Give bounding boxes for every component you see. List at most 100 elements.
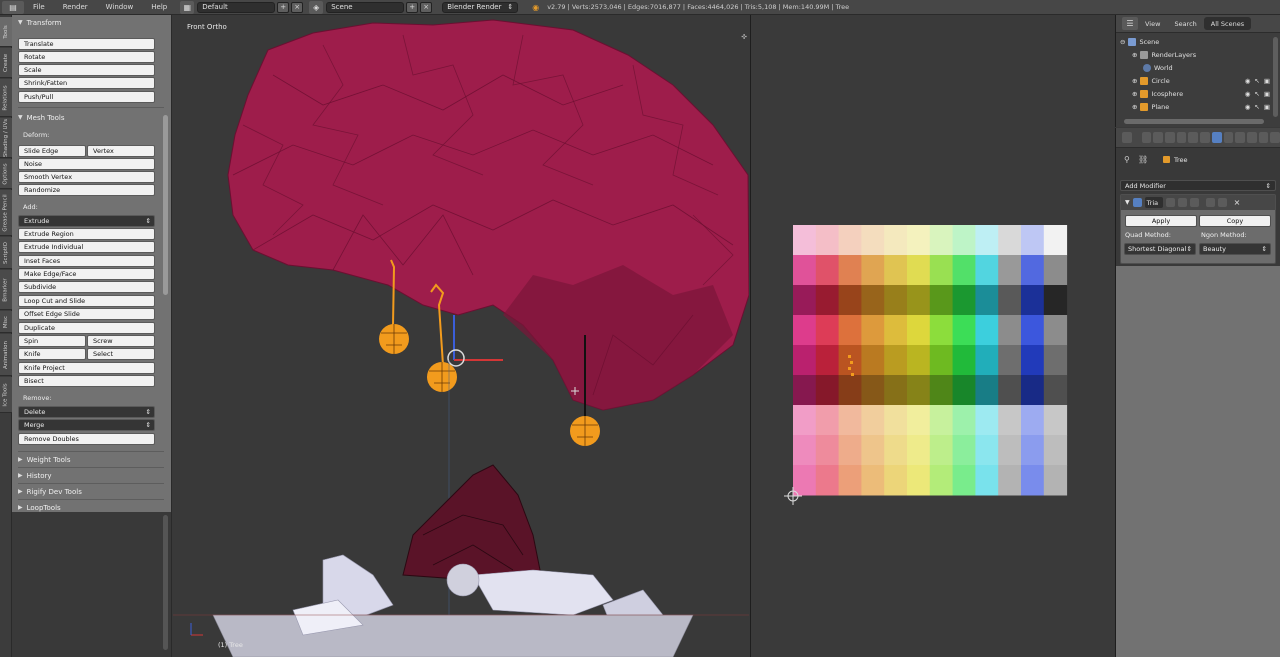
make-edge-face-button[interactable]: Make Edge/Face: [18, 268, 155, 280]
render-toggle-icon[interactable]: [1189, 198, 1199, 207]
push-pull-button[interactable]: Push/Pull: [18, 91, 155, 103]
panel-mesh-tools-header[interactable]: ▼ Mesh Tools: [12, 110, 65, 125]
scene-icon[interactable]: ◈: [309, 0, 324, 14]
realtime-toggle-icon[interactable]: [1177, 198, 1187, 207]
render-tab-icon[interactable]: [1141, 132, 1152, 143]
translate-button[interactable]: Translate: [18, 38, 155, 50]
panel-rigify-header[interactable]: ▶ Rigify Dev Tools: [12, 484, 82, 499]
tab-animation[interactable]: Animation: [0, 334, 12, 376]
tab-grease-pencil[interactable]: Grease Pencil: [0, 190, 12, 236]
menu-file[interactable]: File: [24, 3, 54, 11]
tab-misc[interactable]: Misc: [0, 311, 12, 333]
eye-icon[interactable]: ◉: [1245, 77, 1251, 85]
expand-icon[interactable]: ⊕: [1132, 77, 1137, 85]
close-icon[interactable]: ×: [1234, 198, 1241, 207]
add-modifier-dropdown[interactable]: Add Modifier ⇕: [1120, 180, 1276, 191]
extrude-region-button[interactable]: Extrude Region: [18, 228, 155, 240]
pin-icon[interactable]: ⚲: [1124, 155, 1130, 164]
eye-icon[interactable]: ◉: [1245, 103, 1251, 111]
ngon-method-select[interactable]: Beauty ⇕: [1199, 243, 1271, 255]
modifier-name-field[interactable]: Tria: [1144, 197, 1163, 208]
expand-icon[interactable]: ⊕: [1132, 51, 1137, 59]
panel-weight-tools-header[interactable]: ▶ Weight Tools: [12, 452, 70, 467]
tab-relations[interactable]: Relations: [0, 79, 12, 117]
slide-edge-button[interactable]: Slide Edge: [18, 145, 86, 157]
tree-trunk-mesh[interactable]: [402, 464, 544, 586]
outliner-row-scene[interactable]: ⊖ Scene: [1120, 35, 1280, 48]
subdivide-button[interactable]: Subdivide: [18, 281, 155, 293]
rock-base-mesh[interactable]: [212, 554, 694, 657]
world-tab-icon[interactable]: [1176, 132, 1187, 143]
outliner-v-scrollbar[interactable]: [1273, 37, 1278, 117]
cursor-arrow-icon[interactable]: ↖: [1254, 103, 1259, 111]
panel-transform-header[interactable]: ▼ Transform: [12, 15, 61, 30]
move-down-icon[interactable]: [1217, 198, 1227, 207]
editmode-toggle-icon[interactable]: [1165, 198, 1175, 207]
3d-viewport[interactable]: Front Ortho (1) Tree ✜: [173, 15, 749, 657]
renderlayers-tab-icon[interactable]: [1153, 132, 1164, 143]
quad-method-select[interactable]: Shortest Diagonal ⇕: [1124, 243, 1196, 255]
slide-vertex-button[interactable]: Vertex: [87, 145, 155, 157]
cursor-arrow-icon[interactable]: ↖: [1254, 77, 1259, 85]
knife-project-button[interactable]: Knife Project: [18, 362, 155, 374]
uv-image-editor[interactable]: [750, 15, 1114, 657]
material-tab-icon[interactable]: [1235, 132, 1245, 143]
outliner-row-world[interactable]: World: [1143, 61, 1280, 74]
collapse-triangle-icon[interactable]: ▼: [1125, 199, 1130, 206]
apply-button[interactable]: Apply: [1125, 215, 1197, 227]
duplicate-button[interactable]: Duplicate: [18, 322, 155, 334]
spin-button[interactable]: Spin: [18, 335, 86, 347]
render-engine-select[interactable]: Blender Render ⇕: [442, 1, 519, 13]
panel-history-header[interactable]: ▶ History: [12, 468, 52, 483]
remove-layout-button[interactable]: ×: [291, 1, 304, 13]
offset-edge-slide-button[interactable]: Offset Edge Slide: [18, 308, 155, 320]
outliner-search-menu[interactable]: Search: [1167, 20, 1203, 28]
knife-button[interactable]: Knife: [18, 348, 86, 360]
menu-help[interactable]: Help: [142, 3, 176, 11]
copy-button[interactable]: Copy: [1199, 215, 1271, 227]
physics-tab-icon[interactable]: [1270, 132, 1280, 143]
shrink-fatten-button[interactable]: Shrink/Fatten: [18, 77, 155, 89]
area-split-icon[interactable]: ✜: [741, 33, 747, 41]
editor-type-icon[interactable]: ▤: [2, 0, 24, 14]
expand-icon[interactable]: ⊕: [1132, 103, 1137, 111]
tab-scriptio[interactable]: ScriptIO: [0, 237, 12, 269]
scene-tab-icon[interactable]: [1165, 132, 1175, 143]
expand-icon[interactable]: ⊕: [1132, 90, 1137, 98]
tab-tools[interactable]: Tools: [0, 17, 12, 47]
randomize-button[interactable]: Randomize: [18, 184, 155, 196]
camera-icon[interactable]: ▣: [1264, 77, 1270, 85]
tab-bmarker[interactable]: Bmarker: [0, 270, 12, 310]
camera-icon[interactable]: ▣: [1264, 103, 1270, 111]
knife-select-button[interactable]: Select: [87, 348, 155, 360]
particles-tab-icon[interactable]: [1258, 132, 1269, 143]
camera-icon[interactable]: ▣: [1264, 90, 1270, 98]
menu-render[interactable]: Render: [54, 3, 97, 11]
outliner-display-mode[interactable]: All Scenes: [1203, 17, 1252, 30]
data-tab-icon[interactable]: [1223, 132, 1234, 143]
inset-faces-button[interactable]: Inset Faces: [18, 255, 155, 267]
object-tab-icon[interactable]: [1188, 132, 1199, 143]
noise-button[interactable]: Noise: [18, 158, 155, 170]
scale-button[interactable]: Scale: [18, 64, 155, 76]
outliner-row-renderlayers[interactable]: ⊕ RenderLayers: [1132, 48, 1280, 61]
editor-type-icon[interactable]: [1122, 132, 1132, 143]
screw-button[interactable]: Screw: [87, 335, 155, 347]
remove-doubles-button[interactable]: Remove Doubles: [18, 433, 155, 445]
texture-tab-icon[interactable]: [1246, 132, 1257, 143]
viewport-scrollbar-left[interactable]: [163, 515, 168, 650]
merge-dropdown[interactable]: Merge ⇕: [18, 419, 155, 431]
tool-shelf-scrollbar[interactable]: [163, 115, 168, 295]
rotate-button[interactable]: Rotate: [18, 51, 155, 63]
constraints-tab-icon[interactable]: [1200, 132, 1210, 143]
extrude-dropdown[interactable]: Extrude ⇕: [18, 215, 155, 227]
scene-field[interactable]: Scene: [326, 1, 405, 13]
screen-layout-field[interactable]: Default: [197, 1, 276, 13]
tab-create[interactable]: Create: [0, 48, 12, 78]
eye-icon[interactable]: ◉: [1245, 90, 1251, 98]
delete-dropdown[interactable]: Delete ⇕: [18, 406, 155, 418]
tab-ice-tools[interactable]: Ice Tools: [0, 377, 12, 413]
bisect-button[interactable]: Bisect: [18, 375, 155, 387]
editor-type-icon[interactable]: ☰: [1122, 17, 1138, 30]
tree-canopy-mesh[interactable]: [227, 19, 749, 411]
